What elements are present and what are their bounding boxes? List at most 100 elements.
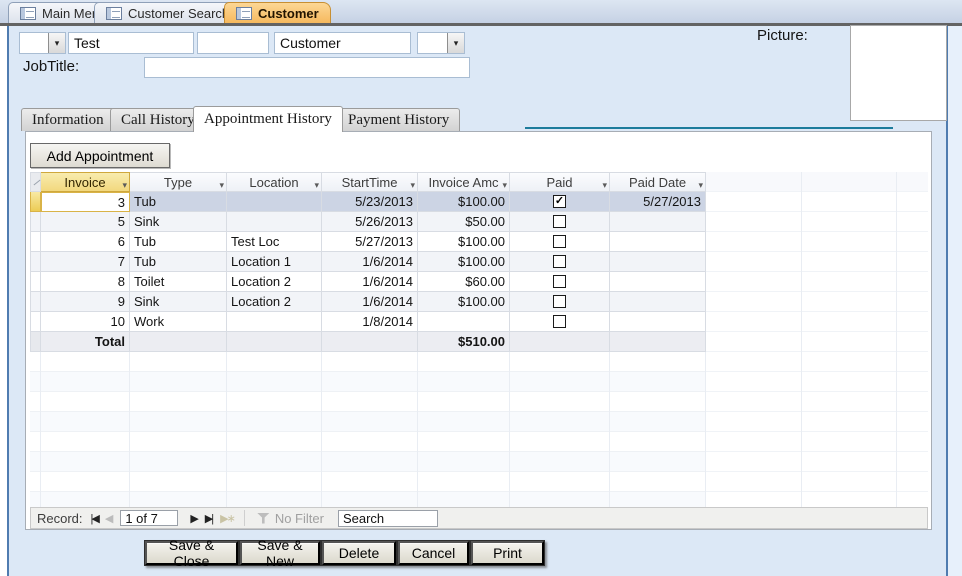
cell-starttime[interactable]: 1/8/2014	[322, 312, 418, 332]
cell-invoice[interactable]: 10	[41, 312, 130, 332]
cell-invoice[interactable]: 3	[41, 192, 130, 212]
paid-checkbox[interactable]	[553, 275, 566, 288]
cell-paid[interactable]	[510, 192, 610, 212]
subtab-payment-history[interactable]: Payment History	[337, 108, 460, 131]
table-row[interactable]: 10 Work 1/8/2014	[30, 312, 706, 332]
dropdown-arrow-icon[interactable]	[48, 33, 65, 53]
subtab-information[interactable]: Information	[21, 108, 115, 131]
cell-starttime[interactable]: 5/26/2013	[322, 212, 418, 232]
record-selector[interactable]	[30, 232, 41, 252]
cell-amount[interactable]	[418, 312, 510, 332]
cell-amount[interactable]: $50.00	[418, 212, 510, 232]
last-name-field[interactable]: Customer	[274, 32, 411, 54]
middle-name-field[interactable]	[197, 32, 269, 54]
first-record-button[interactable]: |◀	[91, 512, 98, 525]
new-record-button[interactable]: ▶∗	[220, 512, 234, 525]
delete-button[interactable]: Delete	[322, 541, 396, 565]
cell-location[interactable]: Location 1	[227, 252, 322, 272]
cell-amount[interactable]: $100.00	[418, 192, 510, 212]
cell-invoice[interactable]: 6	[41, 232, 130, 252]
subtab-call-history[interactable]: Call History	[110, 108, 206, 131]
cell-type[interactable]: Toilet	[130, 272, 227, 292]
paid-checkbox[interactable]	[553, 315, 566, 328]
search-input[interactable]: Search	[338, 510, 438, 527]
cell-paid-date[interactable]	[610, 312, 706, 332]
cell-type[interactable]: Work	[130, 312, 227, 332]
table-row[interactable]: 7 Tub Location 1 1/6/2014 $100.00	[30, 252, 706, 272]
record-selector[interactable]	[30, 252, 41, 272]
cell-paid[interactable]	[510, 292, 610, 312]
cell-paid-date[interactable]	[610, 272, 706, 292]
suffix-combo[interactable]	[417, 32, 465, 54]
column-header-paid[interactable]: Paid	[510, 172, 610, 192]
cell-paid-date[interactable]: 5/27/2013	[610, 192, 706, 212]
cell-invoice[interactable]: 5	[41, 212, 130, 232]
cell-amount[interactable]: $100.00	[418, 252, 510, 272]
column-header-paid-date[interactable]: Paid Date	[610, 172, 706, 192]
cell-location[interactable]	[227, 192, 322, 212]
datasheet-select-all[interactable]	[30, 172, 41, 192]
cell-starttime[interactable]: 1/6/2014	[322, 292, 418, 312]
next-record-button[interactable]: ▶	[190, 512, 196, 525]
column-header-starttime[interactable]: StartTime	[322, 172, 418, 192]
column-header-invoice-amount[interactable]: Invoice Amc	[418, 172, 510, 192]
tab-customer[interactable]: Customer	[224, 2, 331, 23]
cell-paid[interactable]	[510, 232, 610, 252]
cell-type[interactable]: Sink	[130, 292, 227, 312]
cell-location[interactable]: Location 2	[227, 292, 322, 312]
cell-invoice[interactable]: 9	[41, 292, 130, 312]
paid-checkbox[interactable]	[553, 195, 566, 208]
paid-checkbox[interactable]	[553, 295, 566, 308]
picture-frame[interactable]	[850, 25, 947, 121]
cell-paid[interactable]	[510, 272, 610, 292]
cell-invoice[interactable]: 8	[41, 272, 130, 292]
cell-amount[interactable]: $60.00	[418, 272, 510, 292]
cell-paid-date[interactable]	[610, 292, 706, 312]
cell-paid-date[interactable]	[610, 232, 706, 252]
paid-checkbox[interactable]	[553, 235, 566, 248]
cancel-button[interactable]: Cancel	[398, 541, 469, 565]
record-position-box[interactable]: 1 of 7	[120, 510, 178, 526]
cell-paid[interactable]	[510, 312, 610, 332]
paid-checkbox[interactable]	[553, 255, 566, 268]
previous-record-button[interactable]: ◀	[105, 512, 111, 525]
no-filter-button[interactable]: No Filter	[275, 511, 324, 526]
cell-type[interactable]: Tub	[130, 232, 227, 252]
table-row[interactable]: 3 Tub 5/23/2013 $100.00 5/27/2013	[30, 192, 706, 212]
cell-location[interactable]: Test Loc	[227, 232, 322, 252]
column-filter-arrow-icon[interactable]	[314, 176, 319, 191]
record-selector[interactable]	[30, 272, 41, 292]
cell-location[interactable]	[227, 312, 322, 332]
job-title-field[interactable]	[144, 57, 470, 78]
record-selector[interactable]	[30, 212, 41, 232]
cell-location[interactable]: Location 2	[227, 272, 322, 292]
cell-amount[interactable]: $100.00	[418, 292, 510, 312]
cell-type[interactable]: Sink	[130, 212, 227, 232]
print-button[interactable]: Print	[471, 541, 544, 565]
cell-starttime[interactable]: 1/6/2014	[322, 252, 418, 272]
save-new-button[interactable]: Save & New	[240, 541, 320, 565]
column-filter-arrow-icon[interactable]	[602, 176, 607, 191]
column-filter-arrow-icon[interactable]	[698, 176, 703, 191]
cell-type[interactable]: Tub	[130, 252, 227, 272]
cell-paid-date[interactable]	[610, 252, 706, 272]
salutation-combo[interactable]	[19, 32, 66, 54]
cell-paid[interactable]	[510, 212, 610, 232]
record-selector[interactable]	[30, 312, 41, 332]
subtab-appointment-history[interactable]: Appointment History	[193, 106, 343, 132]
tab-customer-search[interactable]: Customer Search	[94, 2, 241, 23]
add-appointment-button[interactable]: Add Appointment	[30, 143, 170, 168]
column-filter-arrow-icon[interactable]	[219, 176, 224, 191]
cell-starttime[interactable]: 5/23/2013	[322, 192, 418, 212]
table-row[interactable]: 8 Toilet Location 2 1/6/2014 $60.00	[30, 272, 706, 292]
table-row[interactable]: 5 Sink 5/26/2013 $50.00	[30, 212, 706, 232]
cell-starttime[interactable]: 1/6/2014	[322, 272, 418, 292]
dropdown-arrow-icon[interactable]	[447, 33, 464, 53]
column-filter-arrow-icon[interactable]	[122, 176, 127, 191]
table-row[interactable]: 9 Sink Location 2 1/6/2014 $100.00	[30, 292, 706, 312]
record-selector[interactable]	[30, 292, 41, 312]
record-selector[interactable]	[30, 192, 41, 212]
cell-type[interactable]: Tub	[130, 192, 227, 212]
column-header-type[interactable]: Type	[130, 172, 227, 192]
save-close-button[interactable]: Save & Close	[145, 541, 238, 565]
